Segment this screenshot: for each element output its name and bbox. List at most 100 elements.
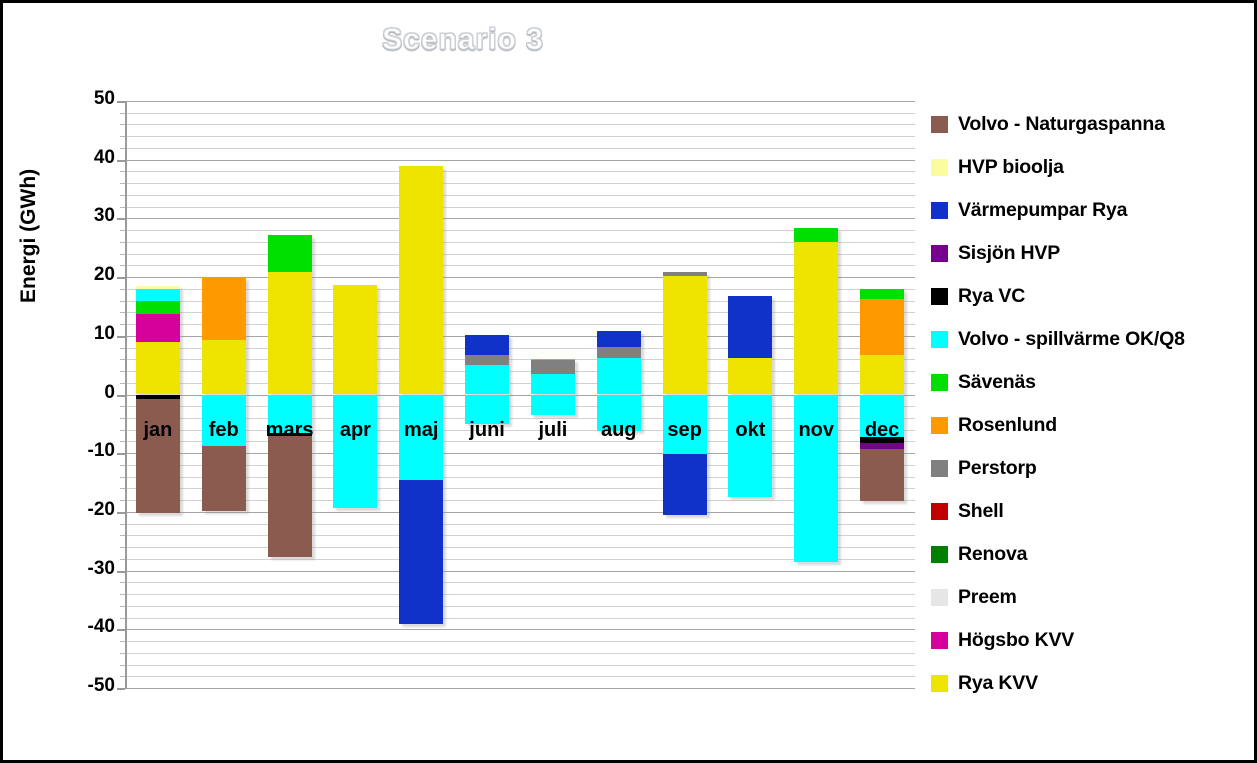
bar-group[interactable]: mars — [266, 101, 315, 688]
legend-item[interactable]: Volvo - spillvärme OK/Q8 — [931, 318, 1249, 361]
bar-segment[interactable] — [465, 354, 510, 366]
bar-group[interactable]: jan — [135, 101, 183, 688]
plot-area: jan feb mars apr maj juni juli aug sep okt nov dec — [125, 101, 915, 689]
y-axis-minor-tick — [120, 605, 125, 607]
y-axis-minor-tick — [120, 265, 125, 267]
bar-segment[interactable] — [860, 298, 905, 355]
legend-item[interactable]: Perstorp — [931, 447, 1249, 490]
legend-label: HVP bioolja — [958, 156, 1064, 178]
bar-segment[interactable] — [267, 272, 312, 395]
bar-segment[interactable] — [728, 358, 773, 395]
y-axis-tick-label: -20 — [87, 498, 115, 520]
y-axis-line — [125, 101, 127, 689]
y-axis-minor-tick — [120, 183, 125, 185]
bar-segment[interactable] — [530, 373, 575, 395]
bar-segment[interactable] — [860, 289, 905, 299]
y-axis-tick-label: -10 — [87, 440, 115, 462]
bar-segment[interactable] — [662, 272, 707, 276]
y-axis-tick-label: 40 — [93, 146, 115, 168]
y-axis-tick — [117, 394, 125, 397]
bar-segment[interactable] — [465, 335, 510, 355]
y-axis-minor-tick — [120, 500, 125, 502]
bar-segment[interactable] — [728, 394, 773, 497]
legend-swatch-icon — [931, 460, 948, 477]
bar-segment[interactable] — [530, 359, 575, 361]
y-axis-minor-tick — [120, 582, 125, 584]
bar-segment[interactable] — [201, 339, 246, 395]
legend-label: Shell — [958, 500, 1004, 522]
bar-segment[interactable] — [465, 365, 510, 395]
bar-segment[interactable] — [267, 234, 312, 273]
legend-label: Sävenäs — [958, 371, 1036, 393]
legend-item[interactable]: Sisjön HVP — [931, 232, 1249, 275]
bar-segment[interactable] — [530, 394, 575, 416]
y-axis-minor-tick — [120, 617, 125, 619]
bar-segment[interactable] — [662, 454, 707, 515]
legend-item[interactable]: Rosenlund — [931, 404, 1249, 447]
legend-item[interactable]: Volvo - Naturgaspanna — [931, 103, 1249, 146]
legend-item[interactable]: Sävenäs — [931, 361, 1249, 404]
legend-item[interactable]: HVP bioolja — [931, 146, 1249, 189]
chart-title: Scenario 3 — [382, 23, 544, 57]
legend-swatch-icon — [931, 331, 948, 348]
bar-group[interactable]: feb — [201, 101, 249, 688]
y-axis-tick-labels: 50 40 30 20 10 0 -10 -20 -30 -40 -50 — [55, 3, 115, 760]
legend-label: Preem — [958, 586, 1017, 608]
legend-item[interactable]: Rya KVV — [931, 662, 1249, 705]
legend-swatch-icon — [931, 632, 948, 649]
y-axis-tick-label: 30 — [93, 205, 115, 227]
legend-item[interactable]: Preem — [931, 576, 1249, 619]
bar-segment[interactable] — [333, 285, 378, 395]
bar-segment[interactable] — [596, 330, 641, 347]
bar-segment[interactable] — [135, 289, 180, 302]
bar-group[interactable]: nov — [794, 101, 842, 688]
y-axis-minor-tick — [120, 241, 125, 243]
bar-segment[interactable] — [201, 445, 246, 511]
legend-item[interactable]: Värmepumpar Rya — [931, 189, 1249, 232]
bar-segment[interactable] — [135, 301, 180, 315]
legend-label: Volvo - spillvärme OK/Q8 — [958, 328, 1185, 350]
y-axis-tick — [117, 688, 125, 690]
bar-segment[interactable] — [860, 449, 905, 501]
bar-group[interactable]: apr — [333, 101, 381, 688]
y-axis-tick-label: -40 — [87, 616, 115, 638]
bar-group[interactable]: juni — [465, 101, 513, 688]
bar-segment[interactable] — [201, 277, 246, 340]
bar-segment[interactable] — [794, 227, 839, 242]
bar-group[interactable]: aug — [596, 101, 644, 688]
y-axis-title: Energi (GWh) — [17, 168, 40, 303]
bar-group[interactable]: dec — [860, 101, 908, 688]
bar-group[interactable]: okt — [728, 101, 776, 688]
y-axis-minor-tick — [120, 206, 125, 208]
bar-group[interactable]: maj — [399, 101, 447, 688]
bar-segment[interactable] — [596, 358, 641, 395]
legend-item[interactable]: Rya VC — [931, 275, 1249, 318]
bar-segment[interactable] — [135, 398, 180, 514]
bar-group[interactable]: sep — [662, 101, 710, 688]
y-axis-minor-tick — [120, 171, 125, 173]
bar-segment[interactable] — [728, 296, 773, 359]
y-axis-minor-tick — [120, 676, 125, 678]
bar-group[interactable]: juli — [530, 101, 578, 688]
bar-segment[interactable] — [794, 241, 839, 395]
legend-item[interactable]: Shell — [931, 490, 1249, 533]
bar-segment[interactable] — [267, 436, 312, 557]
legend-label: Rosenlund — [958, 414, 1057, 436]
bar-segment[interactable] — [662, 275, 707, 395]
legend-item[interactable]: Renova — [931, 533, 1249, 576]
bar-segment[interactable] — [135, 341, 180, 395]
bar-segment[interactable] — [135, 314, 180, 342]
bar-segment[interactable] — [333, 394, 378, 508]
legend-item[interactable]: Högsbo KVV — [931, 619, 1249, 662]
bar-segment[interactable] — [135, 285, 180, 290]
y-axis-minor-tick — [120, 523, 125, 525]
bar-segment[interactable] — [530, 360, 575, 374]
y-axis-minor-tick — [120, 371, 125, 373]
bar-segment[interactable] — [860, 354, 905, 395]
bar-segment[interactable] — [399, 480, 444, 624]
bar-segment[interactable] — [399, 166, 444, 395]
bar-segment[interactable] — [596, 346, 641, 359]
y-axis-minor-tick — [120, 664, 125, 666]
y-axis-minor-tick — [120, 382, 125, 384]
y-axis-tick — [117, 629, 125, 632]
